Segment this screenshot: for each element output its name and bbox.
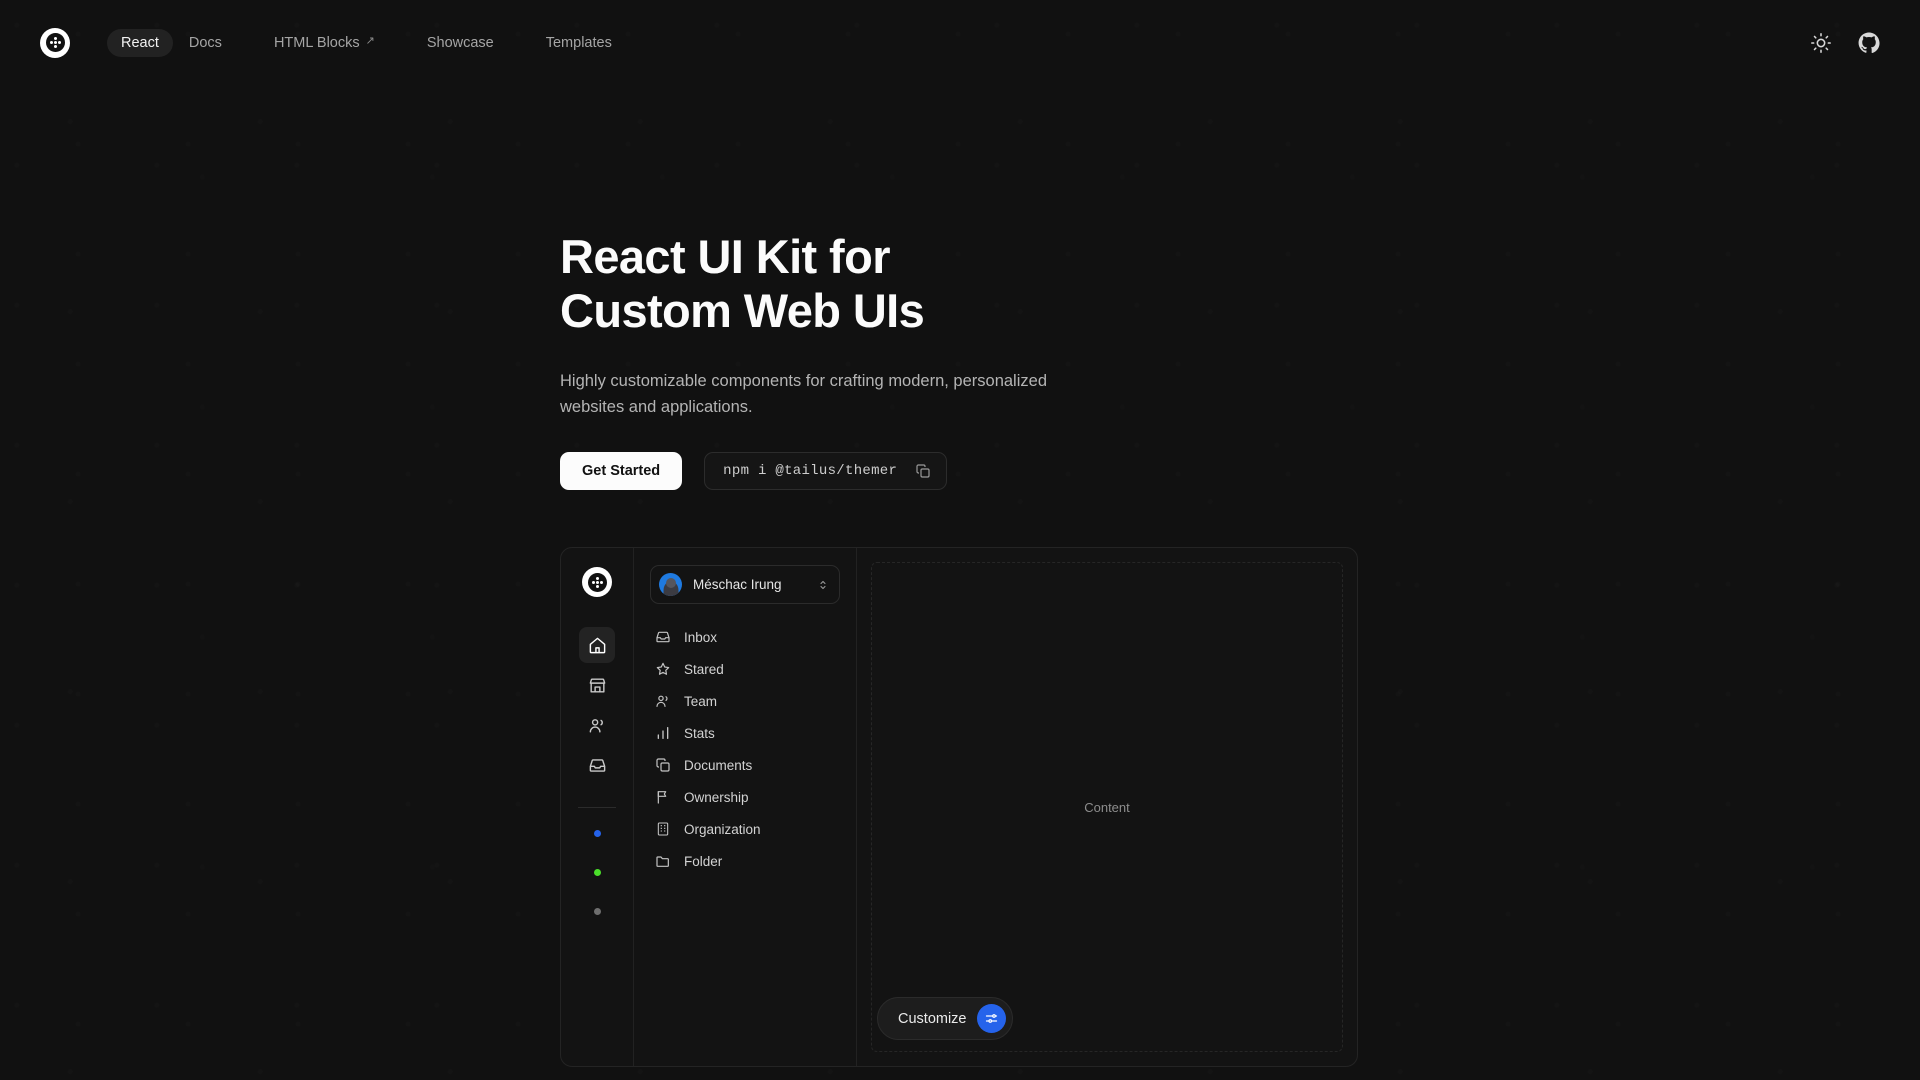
brand-logo[interactable] [40,27,70,58]
user-name: Méschac Irung [693,577,782,592]
sidebar-item-label: Ownership [684,789,749,805]
rail-item-users[interactable] [579,707,615,743]
hero-title-line-2: Custom Web UIs [560,283,925,337]
status-dot-green[interactable] [593,869,601,876]
status-dot-gray[interactable] [593,908,601,915]
sidebar-item-folder[interactable]: Folder [650,845,840,877]
avatar [659,573,682,596]
sidebar-item-ownership[interactable]: Ownership [650,781,840,813]
page-title: React UI Kit for Custom Web UIs [560,230,1065,337]
preview-content-area: Content Customize [857,548,1357,1066]
nav-right-actions [1810,31,1880,54]
external-link-arrow-icon: ↗ [365,35,375,47]
github-icon[interactable] [1858,31,1880,54]
sidebar-item-label: Stats [684,725,715,741]
content-placeholder-label: Content [1084,799,1130,815]
flag-icon [657,791,667,804]
nav-link-showcase[interactable]: Showcase [413,29,508,57]
documents-copy-icon [656,758,670,772]
app-preview-panel: Méschac Irung Inbox Stared Team Stats Do… [560,547,1358,1067]
customize-button[interactable]: Customize [877,997,1013,1040]
install-command-text: npm i @tailus/themer [723,463,898,480]
nav-link-templates[interactable]: Templates [532,29,626,57]
sidebar-item-label: Organization [684,821,761,837]
sidebar-item-team[interactable]: Team [650,685,840,717]
hero-description: Highly customizable components for craft… [560,372,1047,416]
customize-label: Customize [898,1010,967,1027]
rail-item-inbox[interactable] [579,747,615,783]
sidebar-item-label: Stared [684,661,724,677]
chevron-up-down-icon [820,580,826,589]
sun-icon[interactable] [1810,32,1832,54]
store-icon [589,677,605,693]
sliders-icon [985,1014,997,1023]
hero-section: React UI Kit for Custom Web UIs Highly c… [560,230,1065,491]
preview-icon-rail [561,548,634,1066]
sidebar-item-documents[interactable]: Documents [650,749,840,781]
sidebar-item-label: Inbox [684,629,718,645]
tailus-dots-logo-icon [587,572,607,592]
status-dot-blue[interactable] [593,830,601,837]
nav-link-html-blocks[interactable]: HTML Blocks ↗ [260,29,389,57]
preview-sidebar: Méschac Irung Inbox Stared Team Stats Do… [634,548,857,1066]
user-account-switcher[interactable]: Méschac Irung [650,565,840,604]
sidebar-item-label: Documents [684,757,753,773]
nav-link-label: Showcase [426,34,494,51]
install-command-box[interactable]: npm i @tailus/themer [704,452,948,491]
customize-action-button[interactable] [976,1004,1006,1033]
sidebar-item-stats[interactable]: Stats [650,717,840,749]
users-icon [656,695,668,707]
folder-icon [656,856,669,867]
nav-link-docs[interactable]: Docs [175,29,236,57]
get-started-button[interactable]: Get Started [560,452,683,491]
home-icon [589,637,605,653]
sidebar-item-label: Folder [684,853,723,869]
sidebar-item-organization[interactable]: Organization [650,813,840,845]
rail-divider [578,807,616,808]
nav-link-label: HTML Blocks [273,34,360,51]
users-icon [589,718,603,733]
sidebar-item-label: Team [684,693,718,709]
tailus-dots-logo-icon [45,33,65,52]
nav-link-react[interactable]: React [107,28,173,57]
sidebar-item-stared[interactable]: Stared [650,653,840,685]
rail-item-home[interactable] [579,627,615,663]
nav-link-label: Templates [545,34,612,51]
nav-link-label: React [121,34,159,51]
preview-brand-logo[interactable] [582,567,612,597]
copy-icon[interactable] [915,463,931,479]
building-icon [657,822,669,836]
nav-links: React Docs HTML Blocks ↗ Showcase Templa… [107,28,626,57]
inbox-icon [656,631,670,643]
star-icon [656,662,670,675]
rail-item-store[interactable] [579,667,615,703]
top-navigation-bar: React Docs HTML Blocks ↗ Showcase Templa… [0,0,1920,85]
bar-chart-icon [657,727,669,739]
sidebar-item-inbox[interactable]: Inbox [650,621,840,653]
hero-actions: Get Started npm i @tailus/themer [560,452,1065,491]
hero-title-line-1: React UI Kit for [560,230,890,283]
inbox-icon [589,758,605,772]
nav-link-label: Docs [188,34,222,51]
content-placeholder-box: Content [871,562,1343,1052]
